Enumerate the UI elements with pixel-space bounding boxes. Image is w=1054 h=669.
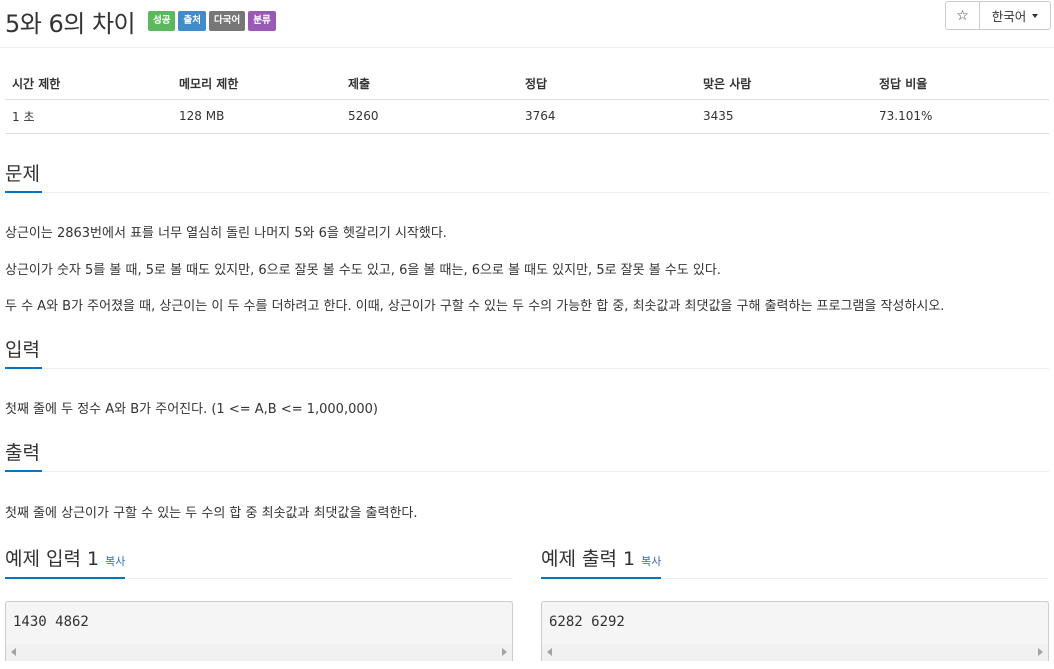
sample-output-box: 6282 6292	[541, 601, 1049, 661]
scroll-left-icon[interactable]	[547, 648, 552, 656]
sample-input-header: 예제 입력 1 복사	[5, 546, 513, 579]
output-section-header: 출력	[5, 441, 1049, 472]
table-header-row: 시간 제한 메모리 제한 제출 정답 맞은 사람 정답 비율	[5, 68, 1049, 100]
badge-multilanguage[interactable]: 다국어	[208, 11, 246, 31]
input-description: 첫째 줄에 두 정수 A와 B가 주어진다. (1 <= A,B <= 1,00…	[5, 402, 378, 417]
table-row: 1 초 128 MB 5260 3764 3435 73.101%	[5, 99, 1049, 134]
page-title: 5와 6의 차이	[5, 10, 136, 38]
problem-heading: 문제	[5, 162, 42, 193]
sample-output-value: 6282 6292	[549, 614, 625, 630]
sample-input-title: 예제 입력 1	[5, 548, 100, 570]
scroll-right-icon[interactable]	[1038, 648, 1043, 656]
sample-output-header: 예제 출력 1 복사	[541, 546, 1049, 579]
output-description: 첫째 줄에 상근이가 구할 수 있는 두 수의 합 중 최솟값과 최댓값을 출력…	[5, 506, 418, 521]
header-accept-ratio: 정답 비율	[872, 68, 1049, 100]
problem-paragraph-3: 두 수 A와 B가 주어졌을 때, 상근이는 이 두 수를 더하려고 한다. 이…	[5, 299, 945, 314]
problem-paragraph-2: 상근이가 숫자 5를 볼 때, 5로 볼 때도 있지만, 6으로 잘못 볼 수도…	[5, 263, 721, 278]
badge-source[interactable]: 출처	[178, 11, 206, 31]
scroll-right-icon[interactable]	[502, 648, 507, 656]
header-submissions: 제출	[341, 68, 518, 100]
horizontal-scrollbar[interactable]	[6, 644, 512, 661]
value-time-limit: 1 초	[5, 99, 172, 134]
problem-page: 5와 6의 차이 성공 출처 다국어 분류 ☆ 한국어 시간 제한 메모리 제한…	[0, 0, 1054, 669]
caret-down-icon	[1032, 13, 1039, 18]
value-accepted[interactable]: 3764	[518, 99, 696, 134]
value-submissions[interactable]: 5260	[341, 99, 518, 134]
sample-output-title: 예제 출력 1	[541, 548, 636, 570]
scroll-left-icon[interactable]	[11, 648, 16, 656]
badge-success[interactable]: 성공	[148, 11, 176, 31]
problem-section-header: 문제	[5, 162, 1049, 193]
output-heading: 출력	[5, 441, 42, 472]
value-memory-limit: 128 MB	[172, 99, 341, 134]
header-time-limit: 시간 제한	[5, 68, 172, 100]
problem-info-table: 시간 제한 메모리 제한 제출 정답 맞은 사람 정답 비율 1 초 128 M…	[5, 68, 1049, 134]
sample-input-value: 1430 4862	[13, 614, 89, 630]
sample-output-heading: 예제 출력 1 복사	[541, 546, 662, 579]
horizontal-scrollbar[interactable]	[542, 644, 1048, 661]
input-section-header: 입력	[5, 338, 1049, 369]
favorite-button[interactable]: ☆	[946, 2, 980, 29]
header-memory-limit: 메모리 제한	[172, 68, 341, 100]
copy-output-button[interactable]: 복사	[641, 555, 661, 568]
header-button-group: ☆ 한국어	[945, 1, 1051, 30]
badge-group: 성공 출처 다국어 분류	[148, 11, 276, 31]
header-solved-users: 맞은 사람	[696, 68, 872, 100]
header-accepted: 정답	[518, 68, 696, 100]
input-heading: 입력	[5, 338, 42, 369]
page-header: 5와 6의 차이 성공 출처 다국어 분류 ☆ 한국어	[0, 0, 1054, 48]
badge-category[interactable]: 분류	[248, 11, 276, 31]
language-label: 한국어	[991, 9, 1027, 24]
sample-input-box: 1430 4862	[5, 601, 513, 661]
value-solved-users[interactable]: 3435	[696, 99, 872, 134]
language-dropdown[interactable]: 한국어	[980, 2, 1050, 29]
copy-input-button[interactable]: 복사	[105, 555, 125, 568]
value-accept-ratio: 73.101%	[872, 99, 1049, 134]
star-icon: ☆	[956, 7, 969, 24]
sample-input-heading: 예제 입력 1 복사	[5, 546, 126, 579]
problem-paragraph-1: 상근이는 2863번에서 표를 너무 열심히 돌린 나머지 5와 6을 헷갈리기…	[5, 226, 447, 241]
